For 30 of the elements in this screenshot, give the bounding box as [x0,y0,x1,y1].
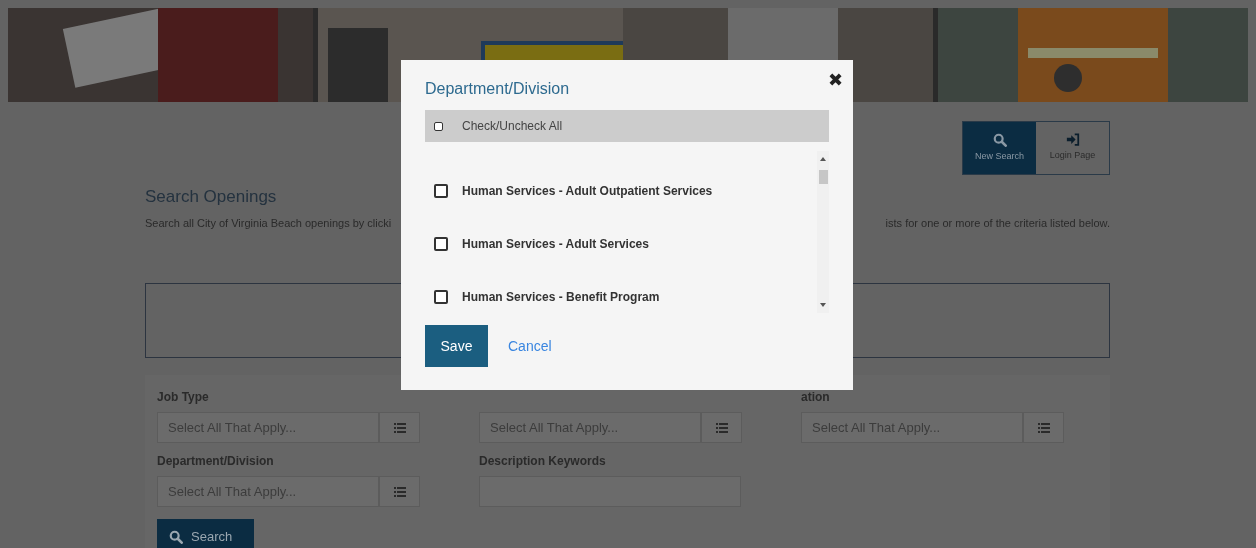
search-icon [992,132,1007,147]
close-button[interactable]: ✖ [828,70,843,90]
checkbox-label: Human Services - Benefit Program [462,289,660,306]
list-icon[interactable] [1023,412,1064,443]
save-button[interactable]: Save [425,325,488,367]
list-icon[interactable] [379,412,420,443]
login-icon [1065,133,1080,147]
toolbar-button[interactable]: New Search [963,122,1036,174]
scroll-up-icon[interactable] [820,157,826,161]
field-label: Description Keywords [479,453,607,469]
list-icon[interactable] [701,412,742,443]
checkbox[interactable] [434,290,448,304]
checkbox[interactable] [434,237,448,251]
checkbox-label: Check/Uncheck All [462,118,563,135]
checkbox-label: Human Services - Adult Outpatient Services [462,183,713,200]
checkbox[interactable] [434,184,448,198]
cancel-link[interactable]: Cancel [508,335,552,357]
search-icon [169,529,183,544]
field-label: Job Type [157,389,210,405]
page-heading: Search Openings [145,186,277,208]
scrollbar[interactable] [817,151,829,313]
scrollbar-thumb[interactable] [818,170,828,184]
dialog-title: Department/Division [425,79,570,99]
checkbox-label: Human Services - Adult Services [462,236,649,253]
search-button[interactable]: Search [157,519,254,548]
list-icon[interactable] [379,476,420,507]
checkbox[interactable] [434,121,443,131]
scroll-down-icon[interactable] [820,303,826,307]
field-label: Department/Division [157,453,275,469]
field-label: ation [801,389,831,405]
